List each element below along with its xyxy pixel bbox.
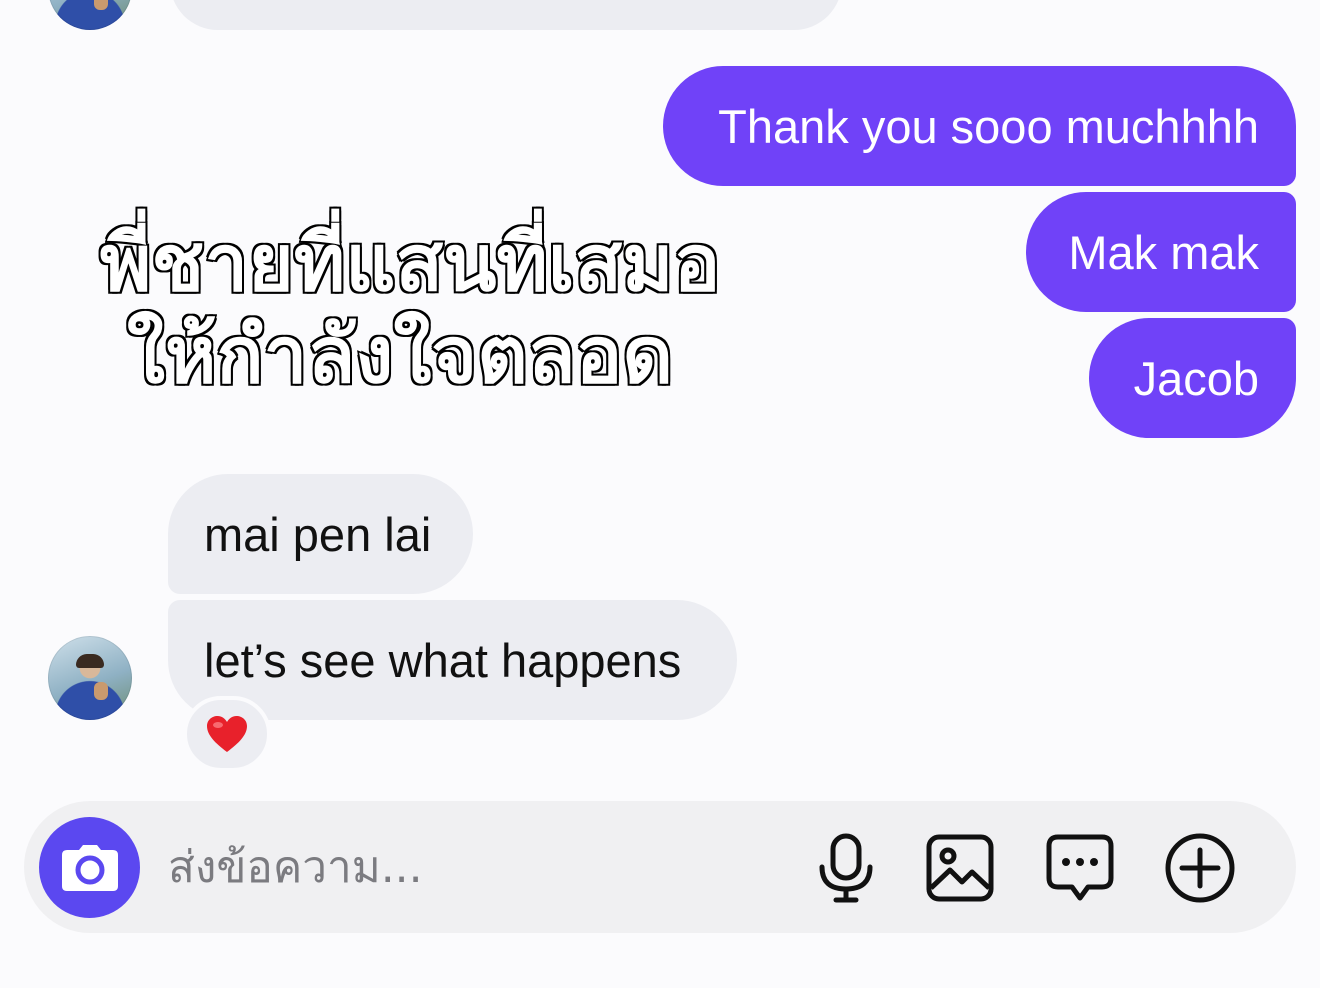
message-input[interactable] [168,836,768,898]
received-message-partial[interactable] [170,0,842,30]
sticker-button[interactable] [1042,830,1118,906]
more-button[interactable] [1162,830,1238,906]
message-text: Thank you sooo muchhhh [718,99,1259,153]
contact-avatar-top[interactable] [48,0,132,30]
caption-line: ให้กำลังใจตลอด [125,310,674,403]
sent-message[interactable]: Mak mak [1026,192,1296,312]
camera-icon [61,844,118,891]
chat-bubble-icon [1046,834,1114,901]
plus-icon [1165,833,1235,903]
sent-message[interactable]: Thank you sooo muchhhh [663,66,1296,186]
message-reaction[interactable] [183,696,271,772]
contact-avatar[interactable] [48,636,132,720]
image-icon [926,834,994,902]
message-text: let’s see what happens [204,633,682,687]
sent-message[interactable]: Jacob [1089,318,1296,438]
heart-icon [207,716,247,752]
gallery-button[interactable] [922,830,998,906]
overlay-caption: พี่ชายที่แสนที่เสมอ ให้กำลังใจตลอด [99,218,722,403]
camera-button[interactable] [39,817,140,918]
message-text: Jacob [1133,351,1259,405]
caption-line: พี่ชายที่แสนที่เสมอ [99,218,722,311]
voice-button[interactable] [808,830,884,906]
received-message[interactable]: mai pen lai [168,474,473,594]
message-text: Mak mak [1068,225,1259,279]
message-text: mai pen lai [204,507,432,561]
microphone-icon [819,833,873,903]
